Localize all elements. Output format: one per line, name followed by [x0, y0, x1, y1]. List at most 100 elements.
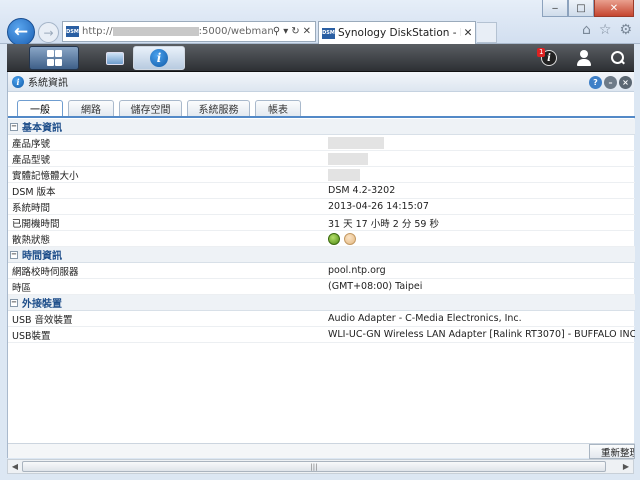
table-row: 實體記憶體大小: [8, 167, 635, 183]
collapse-icon[interactable]: −: [10, 250, 18, 259]
dsm-favicon-icon: DSM: [322, 27, 335, 39]
system-info-taskbar-button[interactable]: i: [133, 46, 185, 70]
window-minimize-button[interactable]: –: [604, 76, 617, 89]
row-label: 實體記憶體大小: [12, 170, 79, 182]
maximize-button[interactable]: □: [568, 0, 594, 17]
minimize-button[interactable]: ‒: [542, 0, 568, 17]
scroll-left-icon[interactable]: ◀: [8, 460, 22, 473]
window-close-button[interactable]: ×: [619, 76, 632, 89]
address-suffix: :5000/webman/inc: [198, 26, 273, 37]
section-title: 時間資訊: [22, 251, 62, 262]
address-text: http:// :5000/webman/inc: [82, 26, 273, 37]
window-controls: ‒ □ ✕: [542, 0, 634, 17]
dsm-taskbar: i i 1: [7, 44, 634, 72]
user-button[interactable]: [569, 46, 599, 70]
tab-storage[interactable]: 儲存空間: [119, 100, 182, 116]
new-tab-button[interactable]: [477, 22, 497, 43]
notification-badge: 1: [537, 48, 546, 57]
collapse-icon[interactable]: −: [10, 122, 18, 131]
window-title: 系統資訊: [28, 78, 68, 89]
row-value: pool.ntp.org: [328, 265, 386, 276]
browser-chrome: ‒ □ ✕ ← → DSM http:// :5000/webman/inc ⚲ …: [0, 0, 640, 46]
row-value: (GMT+08:00) Taipei: [328, 281, 423, 292]
tab-general[interactable]: 一般: [17, 100, 63, 116]
row-label: 網路校時伺服器: [12, 266, 79, 278]
status-ok-icon: [328, 232, 340, 245]
search-icon: [611, 51, 625, 65]
row-label: 產品型號: [12, 154, 51, 166]
forward-button[interactable]: →: [38, 22, 59, 43]
tab-close-button[interactable]: ✕: [461, 27, 475, 39]
info-icon: i: [150, 49, 168, 67]
notification-button[interactable]: i 1: [537, 48, 559, 68]
table-row: 散熱狀態: [8, 231, 635, 247]
collapse-icon[interactable]: −: [10, 298, 18, 307]
table-row: USB 音效裝置 Audio Adapter - C-Media Electro…: [8, 311, 635, 327]
row-value: 31 天 17 小時 2 分 59 秒: [328, 218, 439, 230]
row-label: 已開機時間: [12, 218, 60, 230]
main-menu-button[interactable]: [29, 46, 79, 70]
row-label: DSM 版本: [12, 186, 56, 198]
address-prefix: http://: [82, 26, 113, 37]
row-label: 時區: [12, 282, 32, 294]
back-button[interactable]: ←: [7, 18, 35, 46]
section-external-devices[interactable]: − 外接裝置: [8, 295, 635, 311]
table-row: DSM 版本 DSM 4.2-3202: [8, 183, 635, 199]
window-footer: 重新整理: [8, 443, 635, 459]
table-row: USB裝置 WLI-UC-GN Wireless LAN Adapter [Ra…: [8, 327, 635, 343]
scrollbar-thumb[interactable]: |||: [22, 461, 606, 472]
info-content: − 基本資訊 產品序號 產品型號 實體記憶體大小 DSM 版本 DSM 4.2-…: [8, 119, 635, 443]
refresh-button[interactable]: 重新整理: [589, 444, 635, 459]
table-row: 產品型號: [8, 151, 635, 167]
thermal-status: [328, 231, 635, 246]
grid-icon: [46, 49, 62, 67]
table-row: 系統時間 2013-04-26 14:15:07: [8, 199, 635, 215]
tab-strip: 一般 網路 儲存空間 系統服務 帳表: [17, 100, 306, 116]
tab-services[interactable]: 系統服務: [187, 100, 250, 116]
dsm-favicon-icon: DSM: [66, 26, 79, 37]
section-basic-info[interactable]: − 基本資訊: [8, 119, 635, 135]
image-search-icon: [106, 51, 124, 65]
dropdown-icon[interactable]: ▾: [283, 26, 288, 37]
arrow-right-icon: →: [43, 25, 54, 40]
stop-icon[interactable]: ✕: [303, 26, 311, 37]
close-window-button[interactable]: ✕: [594, 0, 634, 17]
row-label: USB裝置: [12, 330, 51, 342]
star-icon[interactable]: ☆: [599, 22, 612, 38]
table-row: 網路校時伺服器 pool.ntp.org: [8, 263, 635, 279]
row-label: USB 音效裝置: [12, 314, 73, 326]
table-row: 時區 (GMT+08:00) Taipei: [8, 279, 635, 295]
user-icon: [577, 50, 591, 66]
search-button[interactable]: [603, 46, 633, 70]
row-label: 系統時間: [12, 202, 51, 214]
arrow-left-icon: ←: [13, 22, 29, 42]
redacted-value: [328, 136, 384, 149]
horizontal-scrollbar[interactable]: ◀ ||| ▶: [7, 459, 634, 474]
refresh-icon[interactable]: ↻: [291, 26, 299, 37]
window-header: i 系統資訊 ? – ×: [8, 72, 634, 92]
section-title: 外接裝置: [22, 299, 62, 310]
section-time-info[interactable]: − 時間資訊: [8, 247, 635, 263]
tab-network[interactable]: 網路: [68, 100, 114, 116]
row-label: 產品序號: [12, 138, 51, 150]
help-button[interactable]: ?: [589, 76, 602, 89]
status-warning-icon: [344, 232, 356, 245]
row-value: [328, 135, 635, 150]
row-value: DSM 4.2-3202: [328, 185, 396, 196]
redacted-host: [112, 26, 199, 36]
tab-report[interactable]: 帳表: [255, 100, 301, 116]
file-station-button[interactable]: [102, 46, 128, 70]
row-value: [328, 151, 635, 166]
browser-tab[interactable]: DSM Synology DiskStation - DS... ✕: [318, 21, 476, 44]
gear-icon[interactable]: ⚙: [619, 22, 632, 38]
redacted-value: [328, 168, 360, 181]
home-icon[interactable]: ⌂: [582, 22, 591, 38]
scroll-right-icon[interactable]: ▶: [619, 460, 633, 473]
address-bar[interactable]: DSM http:// :5000/webman/inc ⚲ ▾ ↻ ✕: [62, 21, 316, 42]
row-value: Audio Adapter - C-Media Electronics, Inc…: [328, 313, 522, 324]
search-icon[interactable]: ⚲: [273, 26, 280, 37]
redacted-value: [328, 152, 368, 165]
table-row: 產品序號: [8, 135, 635, 151]
grip-icon: |||: [310, 462, 318, 471]
section-title: 基本資訊: [22, 123, 62, 134]
